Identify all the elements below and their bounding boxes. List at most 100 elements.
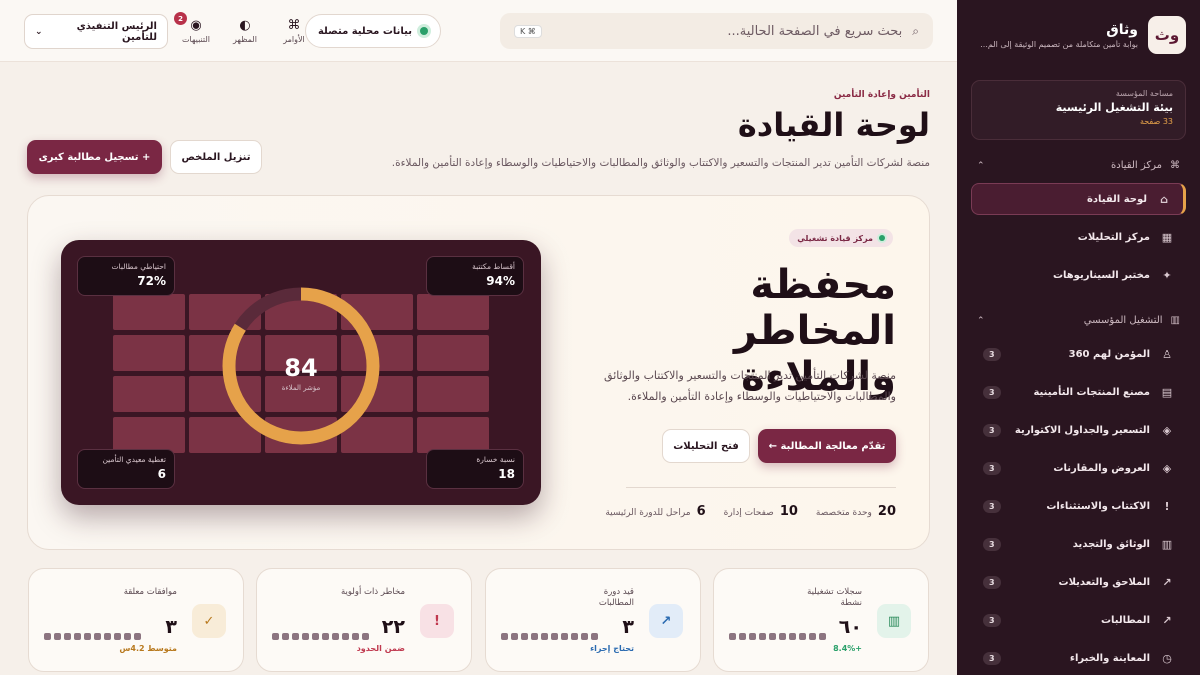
page-title: لوحة القيادة <box>737 106 930 144</box>
nav-section-command[interactable]: ⌘ مركز القيادة ⌃ <box>971 154 1186 177</box>
sparkline-bar <box>64 633 71 640</box>
stat-card[interactable]: ! مخاطر ذات أولوية ٢٢ ضمن الحدود <box>256 568 472 672</box>
stat-card-trend: ضمن الحدود <box>356 644 405 653</box>
metric-value: 18 <box>498 467 515 481</box>
workspace-count: 33 صفحة <box>1139 117 1173 126</box>
sidebar-item-label: المعاينة والخبراء <box>1069 652 1150 664</box>
sidebar-item-claims[interactable]: ↗ المطالبات 3 <box>971 604 1186 636</box>
sidebar-item-pricing[interactable]: ◈ التسعير والجداول الاكتوارية 3 <box>971 414 1186 446</box>
sidebar-item-underwriting[interactable]: ! الاكتتاب والاستثناءات 3 <box>971 490 1186 522</box>
workspace-switcher[interactable]: مساحة المؤسسة بيئة التشغيل الرئيسية 33 ص… <box>971 80 1186 140</box>
sparkline-bar <box>541 633 548 640</box>
status-badge: مركز قيادة تشغيلي <box>789 229 893 247</box>
sparkline-bar <box>322 633 329 640</box>
brand-name: وثاق <box>1106 21 1138 38</box>
stat-card-value: ٢٢ <box>381 616 405 638</box>
sidebar-item-endorsements[interactable]: ↗ الملاحق والتعديلات 3 <box>971 566 1186 598</box>
sparkline <box>501 633 598 640</box>
role-select[interactable]: الرئيس التنفيذي للتأمين ⌄ <box>24 14 168 49</box>
hero-stat-label: وحدة متخصصة <box>815 508 872 518</box>
sparkline-bar <box>282 633 289 640</box>
hero-stat-value: 10 <box>779 504 798 519</box>
divider <box>626 487 896 488</box>
factory-icon: ▤ <box>1161 385 1173 399</box>
sidebar-item-label: المطالبات <box>1100 614 1150 626</box>
connection-status[interactable]: بيانات محلية متصلة <box>304 14 441 48</box>
commands-button[interactable]: ⌘ الأوامر <box>274 18 314 44</box>
hero-stat-value: 20 <box>877 504 896 519</box>
sidebar-item-label: مصنع المنتجات التأمينية <box>1033 386 1150 398</box>
role-select-value: الرئيس التنفيذي للتأمين <box>76 20 157 43</box>
stat-card-trend: +8.4% <box>833 644 862 653</box>
sidebar-item-quotes[interactable]: ◈ العروض والمقارنات 3 <box>971 452 1186 484</box>
sparkline <box>272 633 369 640</box>
sidebar-item-label: الاكتتاب والاستثناءات <box>1046 500 1150 512</box>
stat-card-value: ٣ <box>165 616 177 638</box>
alerts-label: التنبيهات <box>182 35 210 44</box>
sparkline-bar <box>729 633 736 640</box>
sparkline-bar <box>531 633 538 640</box>
count-badge: 3 <box>983 651 1001 665</box>
sparkline <box>729 633 826 640</box>
sparkle-icon: ✦ <box>1162 268 1172 282</box>
stat-card-trend: متوسط 4.2س <box>119 644 177 653</box>
metric-tile: احتياطي مطالبات 72% <box>77 256 175 296</box>
sparkline-bar <box>94 633 101 640</box>
metric-tile: نسبة خسارة 18 <box>426 449 524 489</box>
nav-section-label: التشغيل المؤسسي <box>1083 315 1163 326</box>
sparkline-bar <box>362 633 369 640</box>
status-dot-icon <box>420 27 428 35</box>
sidebar-item-label: المؤمن لهم 360 <box>1068 348 1150 360</box>
stat-card[interactable]: ↗ قيد دورة المطالبات ٣ تحتاج إجراء <box>485 568 701 672</box>
stat-card[interactable]: ✓ موافقات معلقة ٣ متوسط 4.2س <box>28 568 244 672</box>
alerts-button[interactable]: ◉ التنبيهات 2 <box>174 12 216 44</box>
sparkline-bar <box>74 633 81 640</box>
stat-card[interactable]: ▥ سجلات تشغيلية نشطة ٦٠ +8.4% <box>713 568 929 672</box>
sparkline-bar <box>302 633 309 640</box>
sidebar-item-analytics[interactable]: ▦ مركز التحليلات <box>971 221 1186 253</box>
gauge-value: 84 <box>284 354 318 382</box>
metric-label: نسبة خسارة <box>476 455 515 464</box>
sidebar-item-insured-360[interactable]: ♙ المؤمن لهم 360 3 <box>971 338 1186 370</box>
arrow-up-right-icon: ↗ <box>1162 575 1172 589</box>
status-badge-label: مركز قيادة تشغيلي <box>797 233 873 243</box>
sparkline-bar <box>591 633 598 640</box>
sparkline-bar <box>759 633 766 640</box>
sparkline-bar <box>114 633 121 640</box>
hero-stat: 6 مراحل للدورة الرئيسية <box>605 504 705 519</box>
sidebar: وث وثاق بوابة تأمين متكاملة من تصميم الو… <box>957 0 1200 675</box>
sidebar-item-policies[interactable]: ▥ الوثائق والتجديد 3 <box>971 528 1186 560</box>
sidebar-item-dashboard[interactable]: ⌂ لوحة القيادة <box>971 183 1186 215</box>
search-bar[interactable]: ⌕ بحث سريع في الصفحة الحالية... ⌘ K <box>500 13 933 49</box>
count-badge: 3 <box>983 613 1001 627</box>
sparkline-bar <box>551 633 558 640</box>
command-icon: ⌘ <box>287 18 301 33</box>
appearance-button[interactable]: ◐ المظهر <box>225 18 265 44</box>
open-analytics-button[interactable]: فتح التحليلات <box>662 429 750 463</box>
metric-value: 94% <box>486 274 515 288</box>
sidebar-item-products[interactable]: ▤ مصنع المنتجات التأمينية 3 <box>971 376 1186 408</box>
sparkline-bar <box>352 633 359 640</box>
sparkline-bar <box>779 633 786 640</box>
hero-stat-value: 6 <box>696 504 706 519</box>
sparkline-bar <box>134 633 141 640</box>
sidebar-item-label: مختبر السيناريوهات <box>1052 269 1150 281</box>
download-summary-button[interactable]: تنزيل الملخص <box>170 140 262 174</box>
sparkline-bar <box>272 633 279 640</box>
nav-section-operations[interactable]: ▥ التشغيل المؤسسي ⌃ <box>971 309 1186 332</box>
claims-processing-button[interactable]: تقدّم معالجة المطالبة ← <box>758 429 896 463</box>
sidebar-item-surveyors[interactable]: ◷ المعاينة والخبراء 3 <box>971 642 1186 674</box>
search-input[interactable]: بحث سريع في الصفحة الحالية... <box>552 24 902 39</box>
sparkline-bar <box>511 633 518 640</box>
register-major-claim-button[interactable]: + تسجيل مطالبة كبرى <box>27 140 162 174</box>
metric-tile: تغطية معيدي التأمين 6 <box>77 449 175 489</box>
sparkline-bar <box>44 633 51 640</box>
sidebar-item-label: الوثائق والتجديد <box>1072 538 1150 550</box>
chevron-up-icon: ⌃ <box>977 315 985 326</box>
brand-logo[interactable]: وث <box>1148 16 1186 54</box>
count-badge: 3 <box>983 461 1001 475</box>
sparkline-bar <box>521 633 528 640</box>
sidebar-item-scenarios[interactable]: ✦ مختبر السيناريوهات <box>971 259 1186 291</box>
count-badge: 3 <box>983 385 1001 399</box>
workspace-name: بيئة التشغيل الرئيسية <box>1055 101 1173 114</box>
